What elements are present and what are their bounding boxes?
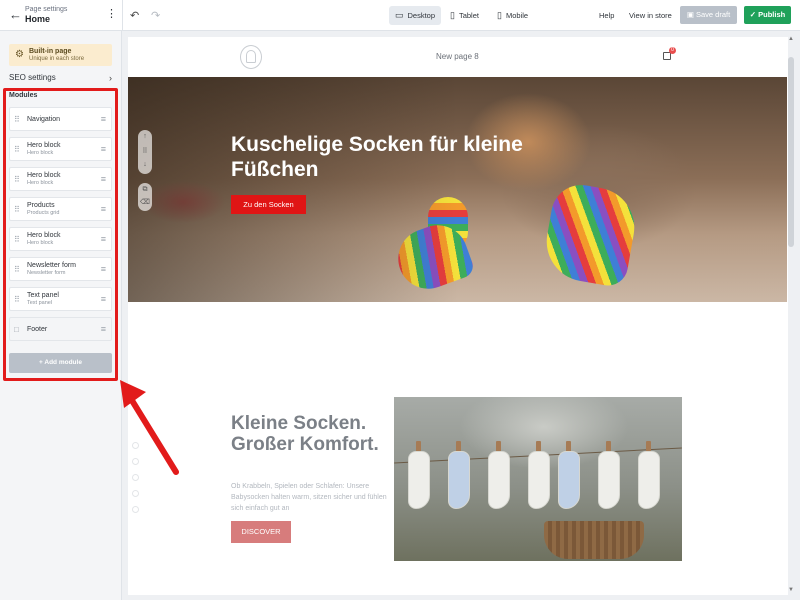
module-action-toolbar: ⧉ ⌫ xyxy=(138,183,152,211)
cart-badge: 0 xyxy=(669,47,676,54)
save-draft-label: Save draft xyxy=(696,10,731,19)
monitor-icon: ▭ xyxy=(395,10,404,20)
chip-icon: ⚙ xyxy=(15,49,24,60)
trash-icon[interactable]: ⌫ xyxy=(138,198,152,206)
section-heading: Kleine Socken. Großer Komfort. xyxy=(231,413,379,455)
circle-icon xyxy=(132,506,139,513)
section-body: Ob Krabbeln, Spielen oder Schlafen: Unse… xyxy=(231,483,387,512)
hero-overlay xyxy=(128,77,458,302)
sidebar: ⚙ Built-in page Unique in each store SEO… xyxy=(0,31,122,600)
heart-icon xyxy=(132,490,139,497)
publish-label: Publish xyxy=(758,10,786,19)
hero-heading: Kuschelige Socken für kleine Füßchen xyxy=(231,133,523,181)
builtin-page-banner: ⚙ Built-in page Unique in each store xyxy=(9,44,112,66)
save-draft-button[interactable]: ▣ Save draft xyxy=(680,6,737,24)
page-preview: New page 8 0 Kuschelige Socken für klein… xyxy=(128,37,788,595)
desktop-view-button[interactable]: ▭ Desktop xyxy=(389,6,442,25)
mobile-view-button[interactable]: ▯ Mobile xyxy=(491,6,534,25)
logo-mark xyxy=(246,50,256,63)
discover-button[interactable]: DISCOVER xyxy=(231,521,291,543)
chevron-right-icon: › xyxy=(109,73,112,83)
builtin-title: Built-in page xyxy=(29,48,72,55)
image-sock xyxy=(488,451,510,509)
logo[interactable] xyxy=(240,45,262,69)
seo-settings-row[interactable]: SEO settings › xyxy=(9,73,112,83)
seo-settings-label: SEO settings xyxy=(9,73,56,82)
back-arrow-icon[interactable]: ← xyxy=(9,8,22,22)
image-sock xyxy=(448,451,470,509)
module-move-toolbar: ↑ ⠿ ↓ xyxy=(138,130,152,174)
page-name: Home xyxy=(25,14,51,24)
annotation-arrow xyxy=(120,380,179,475)
top-toolbar: ← Page settings Home ⋮ ↶ ↷ ▭ Desktop ▯ T… xyxy=(0,0,800,31)
image-sock xyxy=(408,451,430,509)
mobile-icon: ▯ xyxy=(497,10,502,20)
drag-handle-icon[interactable]: ⠿ xyxy=(138,147,152,155)
tablet-view-button[interactable]: ▯ Tablet xyxy=(444,6,485,25)
hero-cta-button[interactable]: Zu den Socken xyxy=(231,195,306,214)
section-image xyxy=(394,397,682,561)
hero-block[interactable]: Kuschelige Socken für kleine Füßchen Zu … xyxy=(128,77,787,302)
scroll-down-icon[interactable]: ▼ xyxy=(788,587,794,593)
scroll-up-icon[interactable]: ▲ xyxy=(788,36,794,42)
desktop-label: Desktop xyxy=(407,11,436,20)
tablet-icon: ▯ xyxy=(450,10,455,20)
scrollbar-thumb[interactable] xyxy=(788,57,794,247)
image-sock xyxy=(558,451,580,509)
hero-image-sock xyxy=(540,180,641,289)
move-down-icon[interactable]: ↓ xyxy=(138,161,152,168)
image-sock xyxy=(598,451,620,509)
check-icon: ✓ xyxy=(749,10,757,19)
mobile-label: Mobile xyxy=(505,11,529,20)
divider xyxy=(122,0,123,31)
help-link[interactable]: Help xyxy=(599,11,614,20)
annotation-highlight-box xyxy=(3,88,118,381)
tablet-label: Tablet xyxy=(458,11,479,20)
nav-page-title: New page 8 xyxy=(436,52,479,61)
image-sock xyxy=(638,451,660,509)
page-settings-label: Page settings xyxy=(25,6,68,13)
more-options-icon[interactable]: ⋮ xyxy=(106,8,117,20)
move-up-icon[interactable]: ↑ xyxy=(138,133,152,140)
basket xyxy=(544,521,644,559)
redo-icon[interactable]: ↷ xyxy=(151,9,160,22)
save-icon: ▣ xyxy=(686,10,694,19)
duplicate-icon[interactable]: ⧉ xyxy=(138,186,152,194)
undo-icon[interactable]: ↶ xyxy=(130,9,139,22)
image-sock xyxy=(528,451,550,509)
publish-button[interactable]: ✓ Publish xyxy=(744,6,791,24)
view-in-store-link[interactable]: View in store xyxy=(629,11,672,20)
builtin-subtitle: Unique in each store xyxy=(29,56,85,62)
